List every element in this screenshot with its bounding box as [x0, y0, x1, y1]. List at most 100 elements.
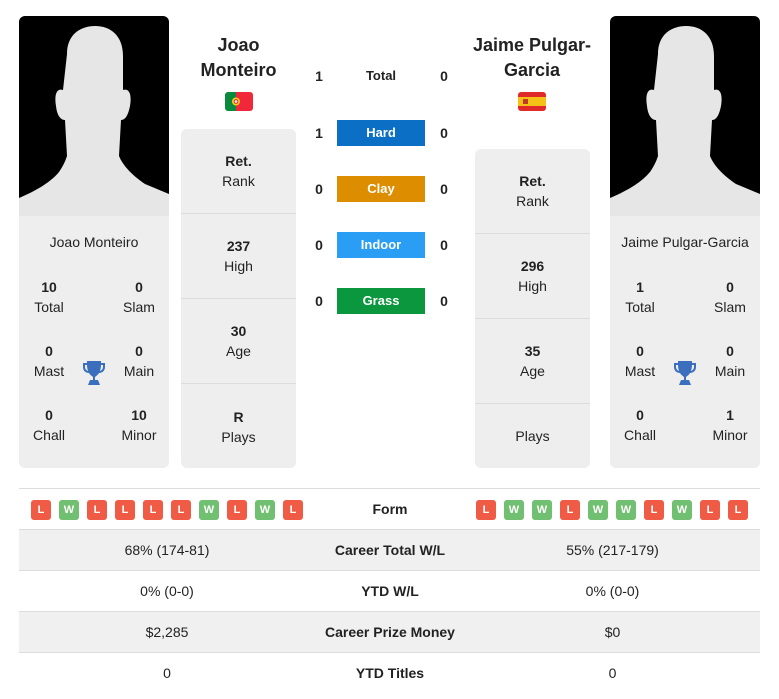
h2h-hard-row: 1 Hard 0 — [305, 120, 455, 146]
table-row-career-wl: 68% (174-81) Career Total W/L 55% (217-1… — [19, 530, 760, 571]
form-loss-badge: L — [87, 500, 107, 520]
portugal-flag-icon — [225, 92, 253, 111]
form-loss-badge: L — [283, 500, 303, 520]
form-loss-badge: L — [115, 500, 135, 520]
form-loss-badge: L — [560, 500, 580, 520]
trophy-icon — [83, 361, 105, 385]
player2-titles-total: 1 Total — [625, 279, 655, 315]
career-wl-label: Career Total W/L — [334, 542, 446, 558]
table-row-ytd-wl: 0% (0-0) YTD W/L 0% (0-0) — [19, 571, 760, 612]
indoor-surface-badge[interactable]: Indoor — [337, 232, 425, 258]
form-win-badge: W — [255, 500, 275, 520]
prize-money-p2: $0 — [604, 624, 621, 640]
form-loss-badge: L — [644, 500, 664, 520]
player1-form-badges: LWLLLLWLWL — [31, 500, 303, 520]
player2-titles: 1 Total 0 Slam 0 Mast 0 Main 0 Chall 1 Minor — [610, 254, 760, 464]
player1-name-line1: Joao — [217, 35, 260, 55]
form-loss-badge: L — [171, 500, 191, 520]
ytd-wl-label: YTD W/L — [361, 583, 419, 599]
h2h-hard-p2: 0 — [440, 125, 448, 141]
h2h-total-p2: 0 — [440, 68, 448, 84]
player1-stats-card: Ret. Rank 237 High 30 Age R Plays — [181, 129, 296, 468]
h2h-indoor-p2: 0 — [440, 237, 448, 253]
player1-rank: Ret. Rank — [181, 129, 296, 214]
form-win-badge: W — [199, 500, 219, 520]
player2-name-line1: Jaime Pulgar- — [472, 35, 592, 55]
spain-flag-icon — [518, 92, 546, 111]
player2-titles-slam: 0 Slam — [714, 279, 746, 315]
clay-surface-badge[interactable]: Clay — [337, 176, 425, 202]
player1-plays: R Plays — [221, 408, 256, 445]
grass-surface-badge[interactable]: Grass — [337, 288, 425, 314]
player2-age: 35 Age — [475, 319, 590, 404]
player1-titles-total: 10 Total — [34, 279, 64, 315]
ytd-wl-p2: 0% (0-0) — [585, 583, 640, 599]
prize-money-label: Career Prize Money — [325, 624, 455, 640]
h2h-indoor-p1: 0 — [315, 237, 323, 253]
player1-titles: 10 Total 0 Slam 0 Mast 0 Main 0 Chall 10 Minor — [19, 254, 169, 464]
player1-full-name: Joao Monteiro — [49, 234, 139, 250]
hard-surface-badge[interactable]: Hard — [337, 120, 425, 146]
h2h-total-row: 1 Total 0 — [305, 63, 455, 89]
trophy-icon — [674, 361, 696, 385]
form-win-badge: W — [532, 500, 552, 520]
form-loss-badge: L — [31, 500, 51, 520]
h2h-indoor-row: 0 Indoor 0 — [305, 232, 455, 258]
h2h-hard-p1: 1 — [315, 125, 323, 141]
player2-titles-mast: 0 Mast — [624, 343, 656, 379]
ytd-titles-p2: 0 — [608, 665, 617, 681]
h2h-clay-p2: 0 — [440, 181, 448, 197]
form-win-badge: W — [59, 500, 79, 520]
player1-age: 30 Age — [181, 299, 296, 384]
form-label: Form — [372, 501, 408, 517]
form-row: LWLLLLWLWL Form LWWLWWLWLL — [19, 490, 760, 529]
player1-titles-mast: 0 Mast — [33, 343, 65, 379]
player2-titles-minor: 1 Minor — [712, 407, 748, 443]
player2-full-name: Jaime Pulgar-Garcia — [621, 234, 749, 250]
form-win-badge: W — [504, 500, 524, 520]
player2-high: 296 High — [475, 234, 590, 319]
h2h-total-label: Total — [365, 68, 397, 83]
player2-stats-card: Ret. Rank 296 High 35 Age Plays — [475, 149, 590, 468]
h2h-grass-p1: 0 — [315, 293, 323, 309]
form-loss-badge: L — [728, 500, 748, 520]
form-win-badge: W — [588, 500, 608, 520]
player2-titles-chall: 0 Chall — [624, 407, 656, 443]
player1-photo-placeholder — [19, 16, 169, 216]
h2h-grass-p2: 0 — [440, 293, 448, 309]
player1-high: 237 High — [181, 214, 296, 299]
h2h-clay-row: 0 Clay 0 — [305, 176, 455, 202]
form-loss-badge: L — [227, 500, 247, 520]
player2-name-line2: Garcia — [503, 60, 561, 80]
player1-titles-minor: 10 Minor — [121, 407, 157, 443]
table-top-divider — [19, 488, 760, 489]
h2h-clay-p1: 0 — [315, 181, 323, 197]
career-wl-p1: 68% (174-81) — [124, 542, 210, 558]
form-win-badge: W — [672, 500, 692, 520]
player2-name-link[interactable]: Jaime Pulgar- Garcia — [464, 33, 600, 83]
silhouette-icon — [19, 26, 169, 216]
player1-titles-chall: 0 Chall — [33, 407, 65, 443]
ytd-titles-p1: 0 — [163, 665, 171, 681]
table-row-prize-money: $2,285 Career Prize Money $0 — [19, 612, 760, 653]
player1-name-line2: Monteiro — [200, 60, 277, 80]
player2-titles-main: 0 Main — [714, 343, 746, 379]
ytd-titles-label: YTD Titles — [355, 665, 425, 681]
form-loss-badge: L — [143, 500, 163, 520]
player1-titles-slam: 0 Slam — [123, 279, 155, 315]
h2h-grass-row: 0 Grass 0 — [305, 288, 455, 314]
h2h-total-p1: 1 — [315, 68, 323, 84]
player1-titles-main: 0 Main — [123, 343, 155, 379]
player2-plays: Plays — [515, 428, 550, 444]
ytd-wl-p1: 0% (0-0) — [140, 583, 194, 599]
career-wl-p2: 55% (217-179) — [566, 542, 659, 558]
player2-photo-placeholder — [610, 16, 760, 216]
form-win-badge: W — [616, 500, 636, 520]
form-loss-badge: L — [476, 500, 496, 520]
prize-money-p1: $2,285 — [145, 624, 189, 640]
form-loss-badge: L — [700, 500, 720, 520]
player2-rank: Ret. Rank — [475, 149, 590, 234]
table-row-ytd-titles: 0 YTD Titles 0 — [19, 653, 760, 694]
player1-name-link[interactable]: Joao Monteiro — [180, 33, 297, 83]
player2-card: Jaime Pulgar-Garcia 1 Total 0 Slam 0 Mast 0… — [610, 16, 760, 468]
